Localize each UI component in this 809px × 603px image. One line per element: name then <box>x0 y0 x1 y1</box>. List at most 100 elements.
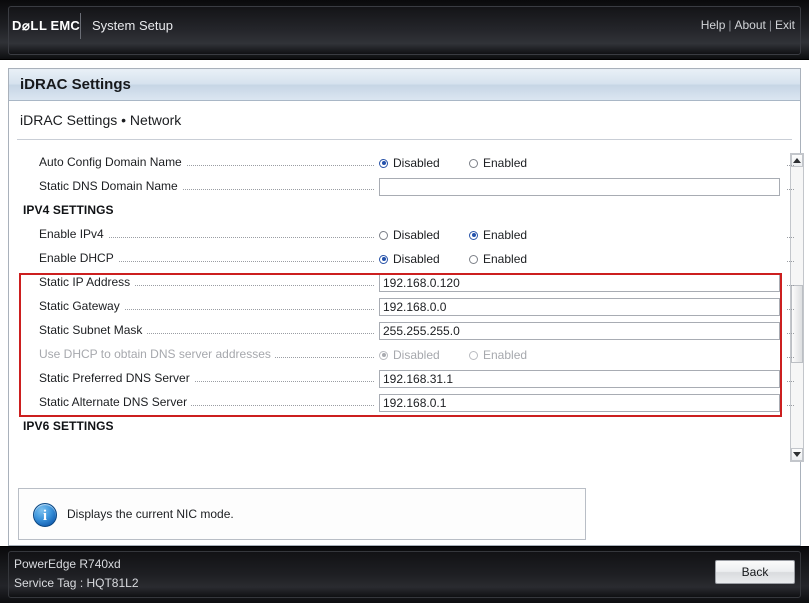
brand-divider <box>80 13 81 39</box>
label-use-dhcp-for-dns: Use DHCP to obtain DNS server addresses <box>39 347 275 361</box>
control-enable-dhcp: Disabled Enabled <box>374 247 786 271</box>
control-static-subnet-mask <box>374 319 786 343</box>
label-auto-config-domain-name: Auto Config Domain Name <box>39 155 186 169</box>
back-button[interactable]: Back <box>715 560 795 584</box>
label-static-ip-address: Static IP Address <box>39 275 134 289</box>
top-bar: D⌀LLEMC System Setup Help|About|Exit <box>0 0 809 60</box>
row-static-ip-address: Static IP Address <box>17 271 794 295</box>
info-box: Displays the current NIC mode. <box>18 488 586 540</box>
settings-list: Auto Config Domain Name Disabled Enabled… <box>17 151 794 462</box>
emc-wordmark: EMC <box>51 18 81 33</box>
chevron-down-icon <box>793 452 801 457</box>
radio-dot-icon <box>379 351 388 360</box>
radio-label: Enabled <box>483 156 527 170</box>
radio-dot-icon <box>469 159 478 168</box>
row-static-preferred-dns: Static Preferred DNS Server <box>17 367 794 391</box>
footer-bar: PowerEdge R740xd Service Tag : HQT81L2 B… <box>0 546 809 603</box>
footer-inner <box>8 551 801 598</box>
radio-dot-icon <box>379 255 388 264</box>
page-title-bar: iDRAC Settings <box>9 69 800 101</box>
radio-label: Disabled <box>393 252 440 266</box>
radio-dot-icon <box>379 159 388 168</box>
breadcrumb-zone: iDRAC Settings • Network <box>9 101 800 139</box>
control-static-dns-domain-name <box>374 175 786 199</box>
nav-separator-1: | <box>725 18 734 32</box>
input-static-ip-address[interactable] <box>379 274 780 292</box>
control-static-alternate-dns <box>374 391 786 415</box>
control-auto-config-domain-name: Disabled Enabled <box>374 151 786 175</box>
section-heading-ipv6: IPV6 SETTINGS <box>17 415 794 439</box>
radio-enable-dhcp-disabled[interactable]: Disabled <box>379 252 469 266</box>
label-enable-ipv4: Enable IPv4 <box>39 227 108 241</box>
info-icon <box>33 503 57 527</box>
help-link[interactable]: Help <box>701 18 726 32</box>
radio-auto-config-domain-name-enabled[interactable]: Enabled <box>469 156 527 170</box>
label-static-gateway: Static Gateway <box>39 299 124 313</box>
radio-dot-icon <box>379 231 388 240</box>
dell-wordmark: D⌀LL <box>12 18 48 33</box>
radio-label: Enabled <box>483 252 527 266</box>
about-link[interactable]: About <box>735 18 766 32</box>
radio-use-dhcp-for-dns-disabled: Disabled <box>379 348 469 362</box>
radio-label: Disabled <box>393 348 440 362</box>
settings-scrollbar[interactable] <box>790 153 804 462</box>
control-use-dhcp-for-dns: Disabled Enabled <box>374 343 786 367</box>
chevron-up-icon <box>793 158 801 163</box>
label-static-preferred-dns: Static Preferred DNS Server <box>39 371 194 385</box>
label-static-dns-domain-name: Static DNS Domain Name <box>39 179 182 193</box>
control-static-preferred-dns <box>374 367 786 391</box>
radio-group-enable-dhcp: Disabled Enabled <box>379 247 786 271</box>
nav-separator-2: | <box>766 18 775 32</box>
page-title: iDRAC Settings <box>20 76 131 93</box>
info-text: Displays the current NIC mode. <box>67 507 234 521</box>
page-panel: iDRAC Settings iDRAC Settings • Network … <box>8 68 801 546</box>
radio-label: Enabled <box>483 348 527 362</box>
radio-label: Disabled <box>393 228 440 242</box>
radio-label: Disabled <box>393 156 440 170</box>
control-static-gateway <box>374 295 786 319</box>
radio-enable-dhcp-enabled[interactable]: Enabled <box>469 252 527 266</box>
radio-group-enable-ipv4: Disabled Enabled <box>379 223 786 247</box>
radio-dot-icon <box>469 351 478 360</box>
input-static-subnet-mask[interactable] <box>379 322 780 340</box>
row-enable-dhcp: Enable DHCP Disabled Enabled <box>17 247 794 271</box>
row-static-dns-domain-name: Static DNS Domain Name <box>17 175 794 199</box>
radio-group-auto-config-domain-name: Disabled Enabled <box>379 151 786 175</box>
radio-dot-icon <box>469 231 478 240</box>
label-static-alternate-dns: Static Alternate DNS Server <box>39 395 191 409</box>
radio-label: Enabled <box>483 228 527 242</box>
section-heading-ipv4-text: IPV4 SETTINGS <box>23 203 114 217</box>
label-enable-dhcp: Enable DHCP <box>39 251 118 265</box>
section-heading-ipv4: IPV4 SETTINGS <box>17 199 794 223</box>
control-static-ip-address <box>374 271 786 295</box>
radio-enable-ipv4-disabled[interactable]: Disabled <box>379 228 469 242</box>
radio-group-use-dhcp-for-dns: Disabled Enabled <box>379 343 786 367</box>
content-divider <box>17 139 792 140</box>
server-model: PowerEdge R740xd <box>14 557 121 571</box>
input-static-preferred-dns[interactable] <box>379 370 780 388</box>
app-title: System Setup <box>92 18 173 33</box>
input-static-dns-domain-name[interactable] <box>379 178 780 196</box>
section-heading-ipv6-text: IPV6 SETTINGS <box>23 419 114 433</box>
row-static-gateway: Static Gateway <box>17 295 794 319</box>
input-static-gateway[interactable] <box>379 298 780 316</box>
input-static-alternate-dns[interactable] <box>379 394 780 412</box>
row-use-dhcp-for-dns: Use DHCP to obtain DNS server addresses … <box>17 343 794 367</box>
breadcrumb: iDRAC Settings • Network <box>20 112 181 128</box>
system-setup-screen: D⌀LLEMC System Setup Help|About|Exit iDR… <box>0 0 809 603</box>
row-static-subnet-mask: Static Subnet Mask <box>17 319 794 343</box>
dell-emc-logo: D⌀LLEMC <box>12 18 80 34</box>
control-enable-ipv4: Disabled Enabled <box>374 223 786 247</box>
radio-auto-config-domain-name-disabled[interactable]: Disabled <box>379 156 469 170</box>
row-static-alternate-dns: Static Alternate DNS Server <box>17 391 794 415</box>
radio-use-dhcp-for-dns-enabled: Enabled <box>469 348 527 362</box>
top-nav: Help|About|Exit <box>701 18 795 32</box>
service-tag: Service Tag : HQT81L2 <box>14 576 139 590</box>
radio-enable-ipv4-enabled[interactable]: Enabled <box>469 228 527 242</box>
row-enable-ipv4: Enable IPv4 Disabled Enabled <box>17 223 794 247</box>
exit-link[interactable]: Exit <box>775 18 795 32</box>
scroll-down-button[interactable] <box>791 448 803 461</box>
radio-dot-icon <box>469 255 478 264</box>
row-auto-config-domain-name: Auto Config Domain Name Disabled Enabled <box>17 151 794 175</box>
scrollbar-thumb[interactable] <box>791 285 803 363</box>
